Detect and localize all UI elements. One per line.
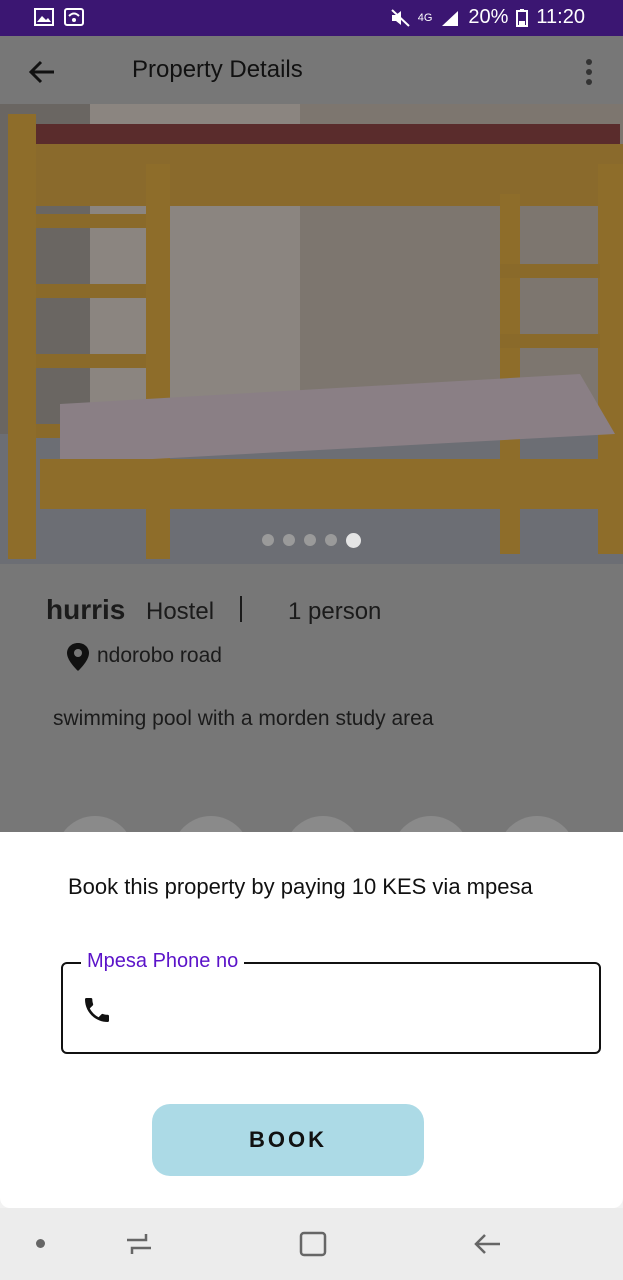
system-navigation-bar: [0, 1208, 623, 1280]
battery-icon: [516, 8, 529, 27]
recent-apps-icon[interactable]: [124, 1230, 154, 1258]
more-vert-icon[interactable]: [580, 58, 598, 86]
property-name: hurris: [46, 594, 126, 625]
book-button[interactable]: BOOK: [152, 1104, 424, 1176]
arrow-back-icon[interactable]: [28, 58, 56, 86]
signal-icon: [442, 10, 459, 26]
back-nav-icon[interactable]: [472, 1230, 502, 1258]
carousel-dot-active[interactable]: [346, 533, 361, 548]
carousel-dot[interactable]: [283, 534, 295, 546]
property-capacity: 1 person: [288, 598, 382, 625]
carousel-dot[interactable]: [325, 534, 337, 546]
bunk-bed-photo: [0, 104, 623, 564]
phone-field-label: Mpesa Phone no: [81, 950, 245, 973]
wifi-hotspot-icon: [64, 8, 84, 26]
carousel-indicator: [0, 533, 623, 548]
booking-message: Book this property by paying 10 KES via …: [68, 874, 533, 899]
location-pin-icon: [67, 643, 89, 671]
battery-percent: 20%: [468, 6, 509, 28]
status-bar: 4G 20% 11:20: [0, 0, 623, 36]
app-bar: Property Details: [0, 36, 623, 104]
property-details: hurris Hostel 1 person ndorobo road swim…: [0, 564, 623, 894]
divider: [240, 596, 242, 622]
carousel-dot[interactable]: [262, 534, 274, 546]
property-image-carousel[interactable]: [0, 104, 623, 564]
network-type: 4G: [417, 11, 433, 24]
booking-bottom-sheet: Book this property by paying 10 KES via …: [0, 832, 623, 1208]
property-type: Hostel: [146, 598, 215, 625]
home-icon[interactable]: [298, 1230, 328, 1258]
mpesa-phone-input[interactable]: [133, 984, 577, 1032]
property-description: swimming pool with a morden study area: [53, 707, 434, 730]
image-icon: [34, 8, 54, 26]
carousel-dot[interactable]: [304, 534, 316, 546]
phone-icon: [85, 998, 109, 1022]
nav-dot-indicator: [36, 1239, 45, 1248]
mpesa-phone-field[interactable]: Mpesa Phone no: [61, 950, 601, 1054]
clock: 11:20: [536, 6, 585, 28]
property-location: ndorobo road: [97, 644, 222, 667]
mute-icon: [391, 8, 410, 27]
page-title: Property Details: [132, 56, 303, 83]
